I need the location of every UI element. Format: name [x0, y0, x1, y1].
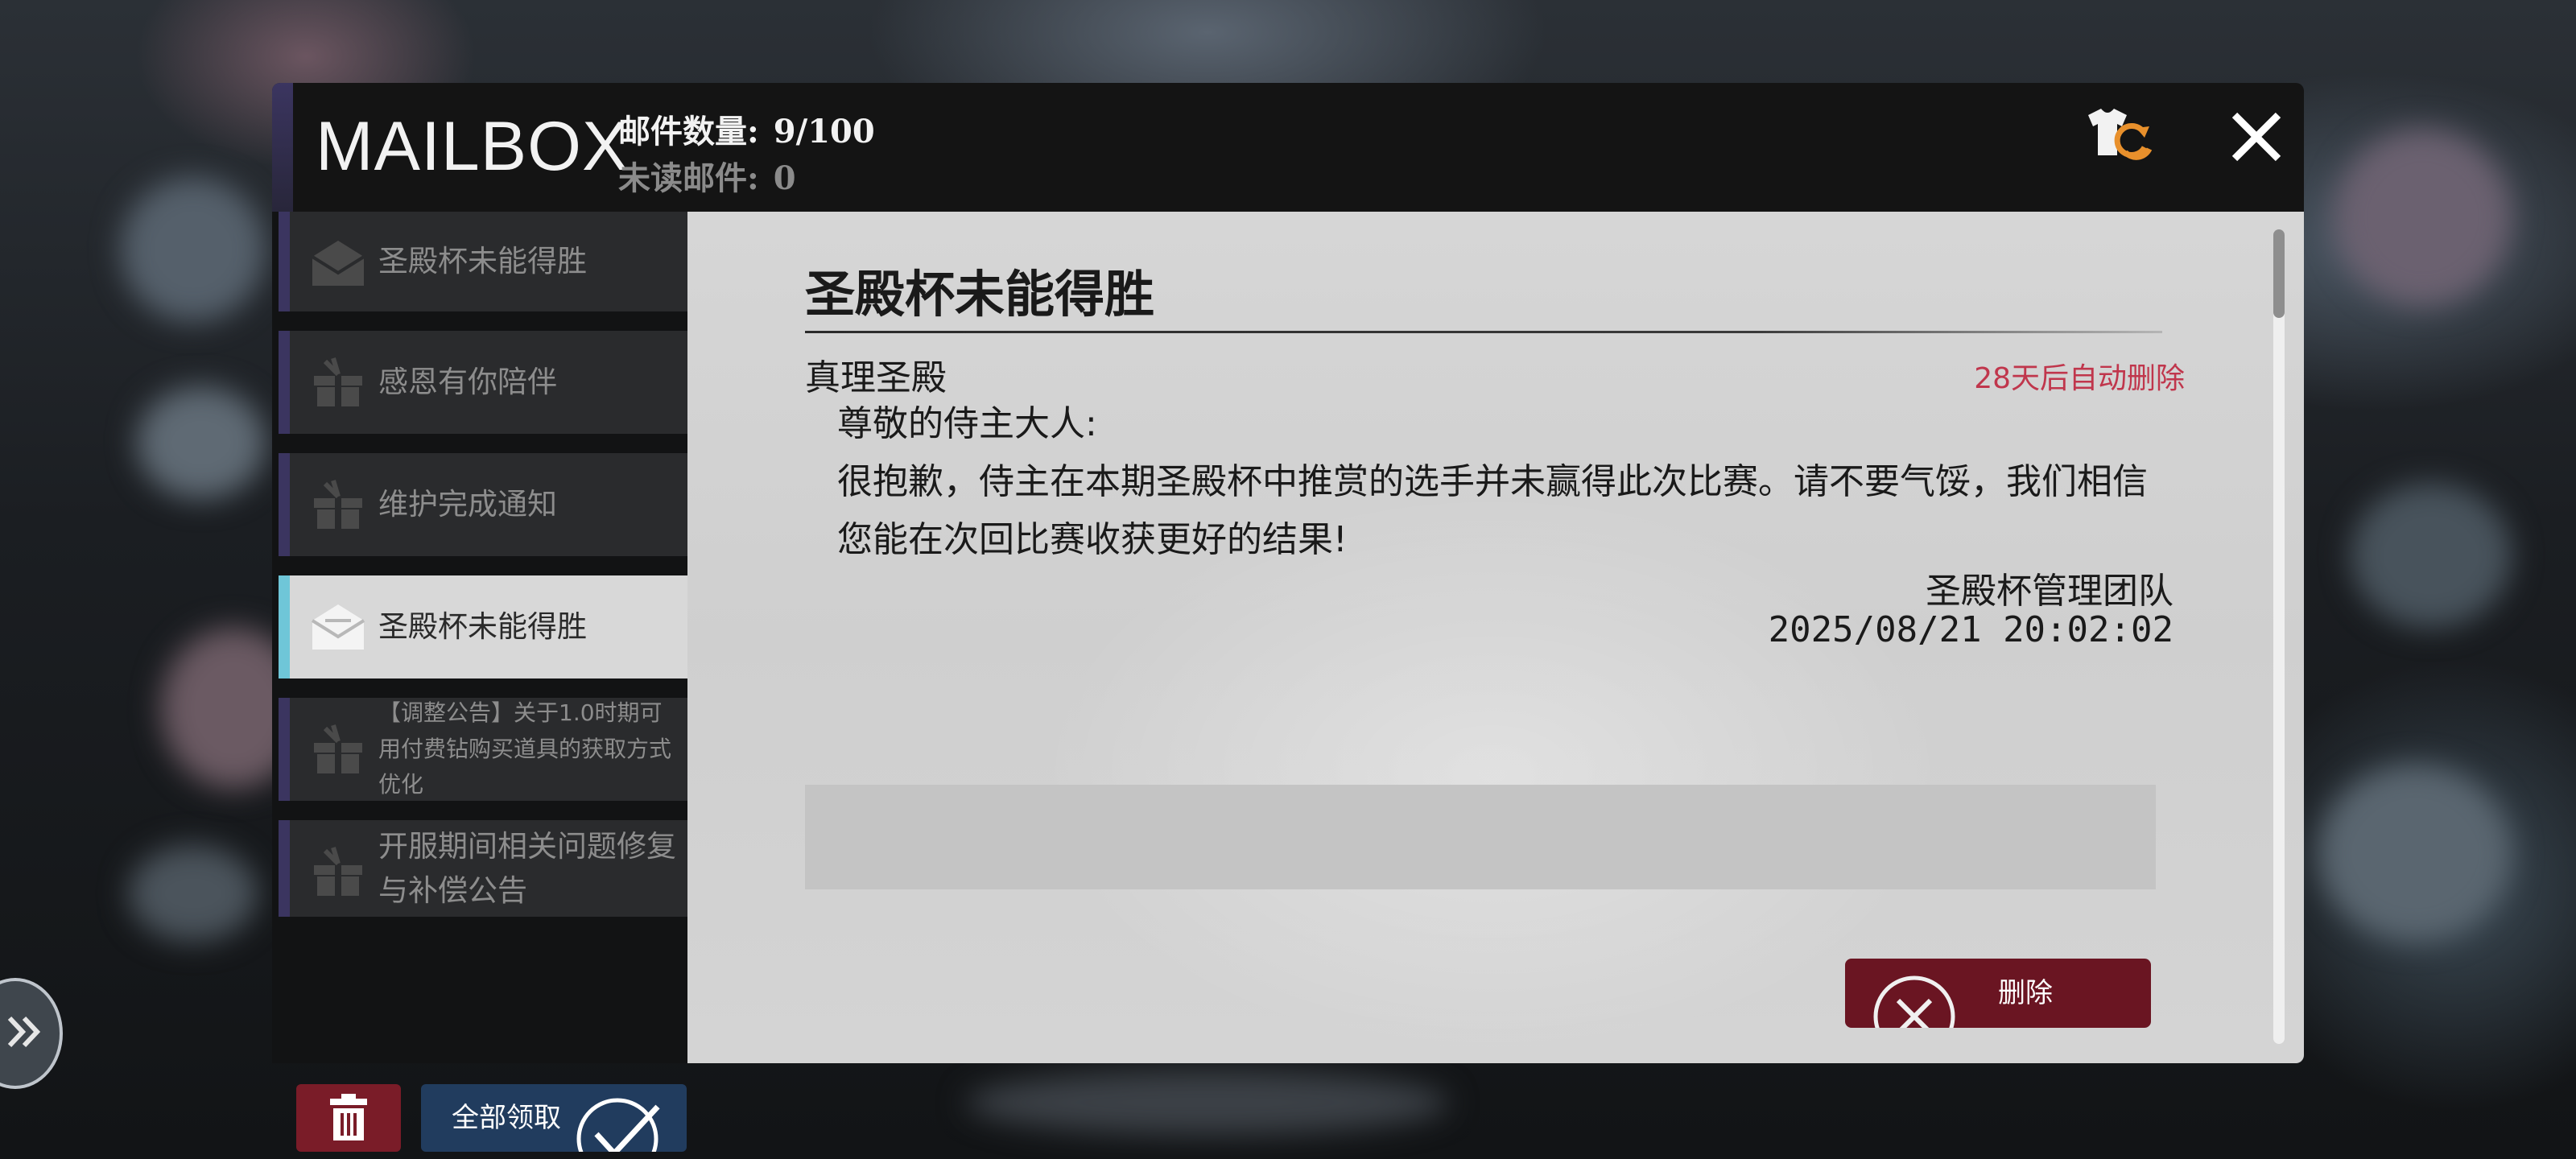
- mail-greeting: 尊敬的侍主大人:: [837, 403, 1097, 444]
- mail-list-item-label: 圣殿杯未能得胜: [378, 244, 587, 279]
- mail-list-item-label: 开服期间相关问题修复与补偿公告: [378, 828, 676, 909]
- mail-detail: 圣殿杯未能得胜 真理圣殿 28天后自动删除 尊敬的侍主大人: 很抱歉，侍主在本期…: [687, 212, 2304, 1063]
- wardrobe-swap-button[interactable]: [2080, 104, 2161, 168]
- mail-title: 圣殿杯未能得胜: [805, 265, 1155, 324]
- mail-list-item[interactable]: 圣殿杯未能得胜: [279, 212, 687, 311]
- gift-box-icon: [314, 724, 362, 773]
- mail-signature-team: 圣殿杯管理团队: [1926, 571, 2174, 612]
- unread-value: 0: [773, 159, 796, 197]
- mail-list-item[interactable]: 【调整公告】关于1.0时期可用付费钻购买道具的获取方式优化: [279, 698, 687, 801]
- mail-list-item-label: 圣殿杯未能得胜: [378, 609, 587, 645]
- mail-list: 圣殿杯未能得胜 感恩有你陪伴 维护完成通知 圣殿杯未能得胜 【调整公告】关于1.…: [272, 212, 687, 1152]
- mail-list-item[interactable]: 开服期间相关问题修复与补偿公告: [279, 820, 687, 917]
- header-accent: [272, 83, 293, 212]
- opened-envelope-icon: [311, 604, 365, 650]
- check-icon: [576, 1098, 660, 1152]
- mailbox-title: MAILBOX: [316, 108, 630, 185]
- mail-signature-date: 2025/08/21 20:02:02: [1768, 609, 2174, 650]
- gift-box-icon: [314, 847, 362, 896]
- title-divider: [805, 331, 2162, 333]
- mail-list-item[interactable]: 维护完成通知: [279, 453, 687, 556]
- scrollbar[interactable]: [2273, 229, 2285, 1044]
- mail-list-item-label: 感恩有你陪伴: [378, 365, 557, 400]
- gift-box-icon: [314, 357, 362, 406]
- close-button[interactable]: [2220, 101, 2293, 173]
- delete-label: 删除: [1998, 977, 2053, 1009]
- mail-count-value: 9/100: [773, 113, 875, 151]
- mail-list-item[interactable]: 感恩有你陪伴: [279, 331, 687, 434]
- gift-box-icon: [314, 480, 362, 529]
- unread-label: 未读邮件:: [618, 159, 759, 197]
- mailbox-header: MAILBOX 邮件数量: 9/100 未读邮件: 0: [272, 83, 2304, 212]
- mailbox-dialog: MAILBOX 邮件数量: 9/100 未读邮件: 0 圣殿杯未能得胜 感恩有你…: [272, 83, 2304, 1152]
- mail-list-item-label: 【调整公告】关于1.0时期可用付费钻购买道具的获取方式优化: [378, 699, 672, 798]
- claim-all-label: 全部领取: [452, 1102, 561, 1134]
- expire-notice: 28天后自动删除: [1974, 362, 2185, 395]
- mail-body: 很抱歉，侍主在本期圣殿杯中推赏的选手并未赢得此次比赛。请不要气馁，我们相信您能在…: [837, 461, 2148, 560]
- delete-button[interactable]: 删除: [1845, 959, 2151, 1028]
- close-icon: [2231, 112, 2281, 162]
- x-circle-icon: [1873, 975, 1955, 1028]
- mail-list-item-selected[interactable]: 圣殿杯未能得胜: [279, 575, 687, 678]
- claim-all-button[interactable]: 全部领取: [421, 1084, 687, 1152]
- chevron-double-right-icon: [7, 1016, 41, 1048]
- mail-list-item-label: 维护完成通知: [378, 487, 557, 522]
- delete-read-button[interactable]: [296, 1084, 401, 1152]
- unread-count: 未读邮件: 0: [618, 152, 796, 199]
- scrollbar-thumb[interactable]: [2273, 229, 2285, 318]
- mail-count-label: 邮件数量:: [618, 113, 759, 151]
- mail-sender: 真理圣殿: [805, 357, 947, 398]
- attachment-area: [805, 785, 2156, 889]
- mail-count: 邮件数量: 9/100: [618, 105, 875, 152]
- opened-envelope-icon: [311, 241, 365, 286]
- shirt-swap-icon: [2088, 109, 2153, 160]
- trash-icon: [330, 1094, 367, 1140]
